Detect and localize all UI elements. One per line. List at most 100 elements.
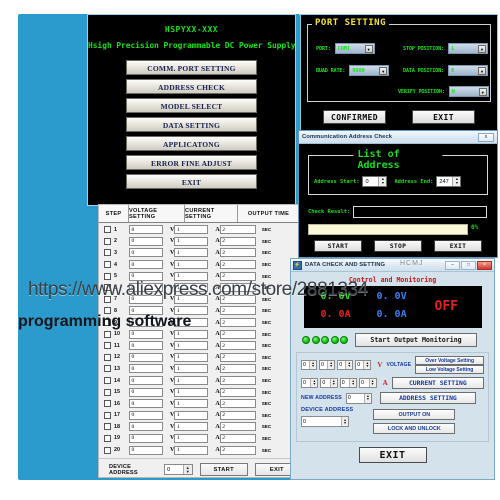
time-input[interactable]: 2 <box>219 306 256 316</box>
time-input[interactable]: 2 <box>219 341 256 351</box>
chevron-down-icon[interactable]: ▼ <box>477 67 486 75</box>
current-setting-button[interactable]: CURRENT SETTING <box>391 377 485 389</box>
port-exit-button[interactable]: EXIT <box>412 110 475 124</box>
voltage-input[interactable]: 0 <box>129 422 163 432</box>
time-input[interactable]: 2 <box>219 225 256 235</box>
stepper-arrows-icon[interactable]: ▲ ▼ <box>182 465 192 474</box>
stepper-arrows-icon[interactable]: ▲ ▼ <box>363 361 371 369</box>
current-input[interactable]: 1 <box>174 248 209 258</box>
chevron-down-icon[interactable]: ▼ <box>379 67 388 75</box>
current-input[interactable]: 1 <box>174 341 209 351</box>
row-checkbox[interactable] <box>104 411 111 419</box>
new-address-stepper[interactable]: 0 ▲ ▼ <box>345 392 372 404</box>
current-input[interactable]: 1 <box>174 399 209 409</box>
time-input[interactable]: 2 <box>219 260 256 270</box>
time-input[interactable]: 2 <box>219 445 256 455</box>
stepper-arrows-icon[interactable]: ▲ ▼ <box>309 361 317 369</box>
voltage-input[interactable]: 0 <box>129 341 163 351</box>
address-start-stepper[interactable]: 0 ▲ ▼ <box>362 176 388 187</box>
over-voltage-setting-button[interactable]: Over Voltage Setting <box>415 356 484 365</box>
row-checkbox[interactable] <box>104 446 111 454</box>
stepper-arrows-icon[interactable]: ▲ ▼ <box>452 177 461 186</box>
chevron-down-icon[interactable]: ▼ <box>477 45 486 53</box>
close-icon[interactable]: × <box>477 260 492 270</box>
maximize-icon[interactable]: □ <box>461 260 476 270</box>
port-dropdown[interactable]: COM1 ▼ <box>334 43 375 54</box>
stepper-arrows-icon[interactable]: ▲ ▼ <box>378 177 387 186</box>
current-input[interactable]: 1 <box>174 445 209 455</box>
row-checkbox[interactable] <box>104 365 111 373</box>
current-input[interactable]: 1 <box>174 225 209 235</box>
port-confirmed-button[interactable]: CONFIRMED <box>323 110 386 124</box>
lock-and-unlock-button[interactable]: LOCK AND UNLOCK <box>373 423 456 434</box>
row-checkbox[interactable] <box>104 400 111 408</box>
time-input[interactable]: 2 <box>219 352 256 362</box>
current-input[interactable]: 1 <box>174 410 209 420</box>
voltage-input[interactable]: 0 <box>129 445 163 455</box>
row-checkbox[interactable] <box>104 353 111 361</box>
time-input[interactable]: 2 <box>219 433 256 443</box>
voltage-input[interactable]: 0 <box>129 376 163 386</box>
menu-exit[interactable]: EXIT <box>126 174 257 189</box>
time-input[interactable]: 2 <box>219 399 256 409</box>
address-check-stop-button[interactable]: STOP <box>374 240 422 252</box>
voltage-input[interactable]: 0 <box>129 352 163 362</box>
low-voltage-setting-button[interactable]: Low Voltage Setting <box>415 365 484 374</box>
address-end-stepper[interactable]: 247 ▲ ▼ <box>436 176 462 187</box>
stepper-arrows-icon[interactable]: ▲ ▼ <box>329 379 337 387</box>
current-input[interactable]: 1 <box>174 236 209 246</box>
row-checkbox[interactable] <box>104 249 111 257</box>
address-check-exit-button[interactable]: EXIT <box>434 240 482 252</box>
current-input[interactable]: 1 <box>174 387 209 397</box>
time-input[interactable]: 2 <box>219 422 256 432</box>
check-result-input[interactable] <box>353 206 488 218</box>
voltage-input[interactable]: 0 <box>129 410 163 420</box>
stepper-arrows-icon[interactable]: ▲ ▼ <box>345 361 353 369</box>
voltage-digit-0[interactable]: 0 ▲ ▼ <box>301 360 318 370</box>
voltage-input[interactable]: 0 <box>129 248 163 258</box>
current-digit-0[interactable]: 0 ▲ ▼ <box>301 378 319 388</box>
current-digit-3[interactable]: 0 ▲ ▼ <box>359 378 377 388</box>
data-check-exit-button[interactable]: EXIT <box>358 447 427 463</box>
address-check-start-button[interactable]: START <box>314 240 362 252</box>
table-start-button[interactable]: START <box>199 463 248 476</box>
voltage-input[interactable]: 0 <box>129 387 163 397</box>
menu-address-check[interactable]: ADDRESS CHECK <box>126 79 257 94</box>
current-input[interactable]: 1 <box>174 376 209 386</box>
verify-position-dropdown[interactable]: N ▼ <box>448 86 489 97</box>
menu-error-fine-adjust[interactable]: ERROR FINE ADJUST <box>126 155 257 170</box>
device-address-stepper[interactable]: 0 ▲ ▼ <box>301 416 349 427</box>
time-input[interactable]: 2 <box>219 364 256 374</box>
device-address-stepper[interactable]: 0 ▲ ▼ <box>164 464 193 475</box>
address-setting-button[interactable]: ADDRESS SETTING <box>379 392 476 404</box>
row-checkbox[interactable] <box>104 330 111 338</box>
current-input[interactable]: 1 <box>174 422 209 432</box>
voltage-input[interactable]: 0 <box>129 260 163 270</box>
stepper-arrows-icon[interactable]: ▲ ▼ <box>341 417 348 426</box>
chevron-down-icon[interactable]: ▼ <box>364 45 373 53</box>
current-input[interactable]: 1 <box>174 433 209 443</box>
voltage-digit-1[interactable]: 0 ▲ ▼ <box>319 360 336 370</box>
stop-position-dropdown[interactable]: 1 ▼ <box>447 43 488 54</box>
row-checkbox[interactable] <box>104 423 111 431</box>
voltage-input[interactable]: 0 <box>129 364 163 374</box>
menu-data-setting[interactable]: DATA SETTING <box>126 117 257 132</box>
time-input[interactable]: 2 <box>219 387 256 397</box>
time-input[interactable]: 2 <box>219 376 256 386</box>
current-digit-2[interactable]: 0 ▲ ▼ <box>339 378 358 388</box>
data-position-dropdown[interactable]: 8 ▼ <box>447 65 488 76</box>
menu-model-select[interactable]: MODEL SELECT <box>126 98 257 113</box>
voltage-digit-2[interactable]: 0 ▲ ▼ <box>337 360 354 370</box>
current-input[interactable]: 1 <box>174 364 209 374</box>
minimize-icon[interactable]: – <box>445 260 460 270</box>
chevron-down-icon[interactable]: ▼ <box>478 88 487 96</box>
stepper-arrows-icon[interactable]: ▲ ▼ <box>363 393 371 403</box>
voltage-input[interactable]: 0 <box>129 399 163 409</box>
menu-comm-port-setting[interactable]: COMM. PORT SETTING <box>126 60 257 75</box>
close-icon[interactable]: x <box>478 132 494 142</box>
time-input[interactable]: 2 <box>219 318 256 328</box>
stepper-arrows-icon[interactable]: ▲ ▼ <box>368 379 376 387</box>
stepper-arrows-icon[interactable]: ▲ ▼ <box>349 379 357 387</box>
output-on-button[interactable]: OUTPUT ON <box>373 409 456 420</box>
row-checkbox[interactable] <box>104 226 111 234</box>
